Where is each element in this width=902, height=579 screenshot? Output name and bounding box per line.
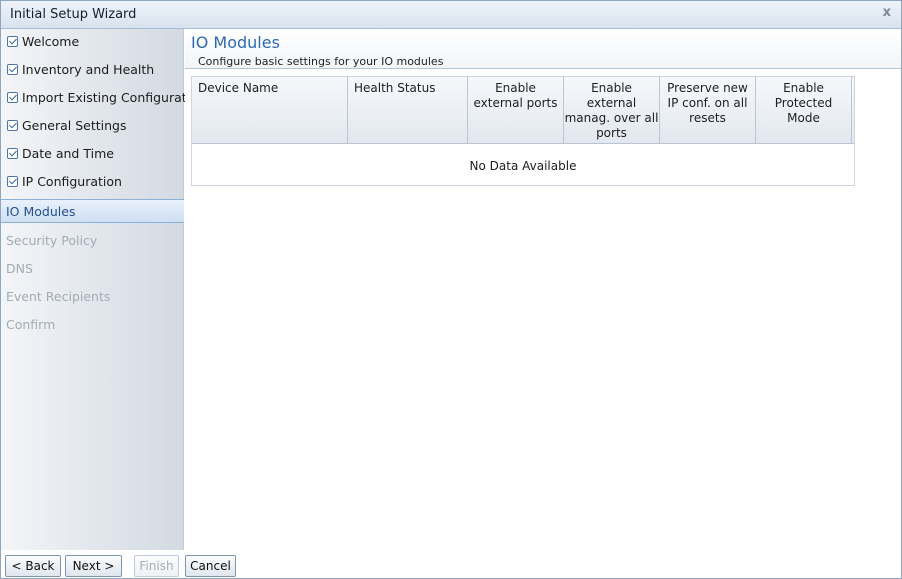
column-header-enable-external-management[interactable]: Enable external manag. over all ports bbox=[564, 77, 660, 144]
checkbox-checked-icon bbox=[7, 36, 18, 47]
checkbox-checked-icon bbox=[7, 92, 18, 103]
back-button[interactable]: < Back bbox=[5, 555, 61, 577]
finish-button: Finish bbox=[134, 555, 179, 577]
table-header: Device Name Health Status Enable externa… bbox=[192, 77, 854, 144]
step-event-recipients: Event Recipients bbox=[1, 285, 184, 307]
cancel-button[interactable]: Cancel bbox=[185, 555, 236, 577]
step-label: Date and Time bbox=[22, 146, 114, 161]
step-ip-configuration[interactable]: IP Configuration bbox=[1, 170, 184, 192]
step-label: Inventory and Health bbox=[22, 62, 155, 77]
step-confirm: Confirm bbox=[1, 313, 184, 335]
step-welcome[interactable]: Welcome bbox=[1, 30, 184, 52]
wizard-footer: < Back Next > Finish Cancel bbox=[1, 550, 901, 578]
page-subtitle: Configure basic settings for your IO mod… bbox=[198, 55, 444, 68]
next-button[interactable]: Next > bbox=[65, 555, 122, 577]
step-inventory-and-health[interactable]: Inventory and Health bbox=[1, 58, 184, 80]
step-dns: DNS bbox=[1, 257, 184, 279]
column-header-preserve-ip-conf[interactable]: Preserve new IP conf. on all resets bbox=[660, 77, 756, 144]
io-modules-table: Device Name Health Status Enable externa… bbox=[191, 76, 855, 186]
step-label: DNS bbox=[6, 261, 33, 276]
step-security-policy: Security Policy bbox=[1, 229, 184, 251]
step-label: Security Policy bbox=[6, 233, 98, 248]
column-header-enable-protected-mode[interactable]: Enable Protected Mode bbox=[756, 77, 852, 144]
page-title: IO Modules bbox=[191, 33, 280, 52]
column-header-enable-external-ports[interactable]: Enable external ports bbox=[468, 77, 564, 144]
step-label: Import Existing Configuration bbox=[22, 90, 206, 105]
step-general-settings[interactable]: General Settings bbox=[1, 114, 184, 136]
step-import-existing-configuration[interactable]: Import Existing Configuration bbox=[1, 86, 206, 108]
step-label: Welcome bbox=[22, 34, 80, 49]
window-title: Initial Setup Wizard bbox=[10, 7, 137, 22]
checkbox-checked-icon bbox=[7, 176, 18, 187]
step-label: General Settings bbox=[22, 118, 127, 133]
empty-table-message: No Data Available bbox=[469, 159, 577, 173]
column-header-health-status[interactable]: Health Status bbox=[348, 77, 468, 144]
checkbox-checked-icon bbox=[7, 64, 18, 75]
step-date-and-time[interactable]: Date and Time bbox=[1, 142, 184, 164]
setup-wizard-window: Initial Setup Wizard x Welcome Inventory… bbox=[0, 0, 902, 579]
column-header-device-name[interactable]: Device Name bbox=[192, 77, 348, 144]
step-label: Confirm bbox=[6, 317, 56, 332]
close-icon[interactable]: x bbox=[883, 5, 891, 20]
checkbox-checked-icon bbox=[7, 148, 18, 159]
step-label: Event Recipients bbox=[6, 289, 111, 304]
page-header: IO Modules Configure basic settings for … bbox=[185, 29, 901, 69]
wizard-steps-sidebar: Welcome Inventory and Health Import Exis… bbox=[1, 29, 206, 550]
step-label: IP Configuration bbox=[22, 174, 122, 189]
step-io-modules[interactable]: IO Modules bbox=[1, 199, 184, 223]
step-label: IO Modules bbox=[6, 204, 76, 219]
title-bar: Initial Setup Wizard x bbox=[1, 1, 901, 29]
checkbox-checked-icon bbox=[7, 120, 18, 131]
main-panel: IO Modules Configure basic settings for … bbox=[185, 29, 901, 550]
